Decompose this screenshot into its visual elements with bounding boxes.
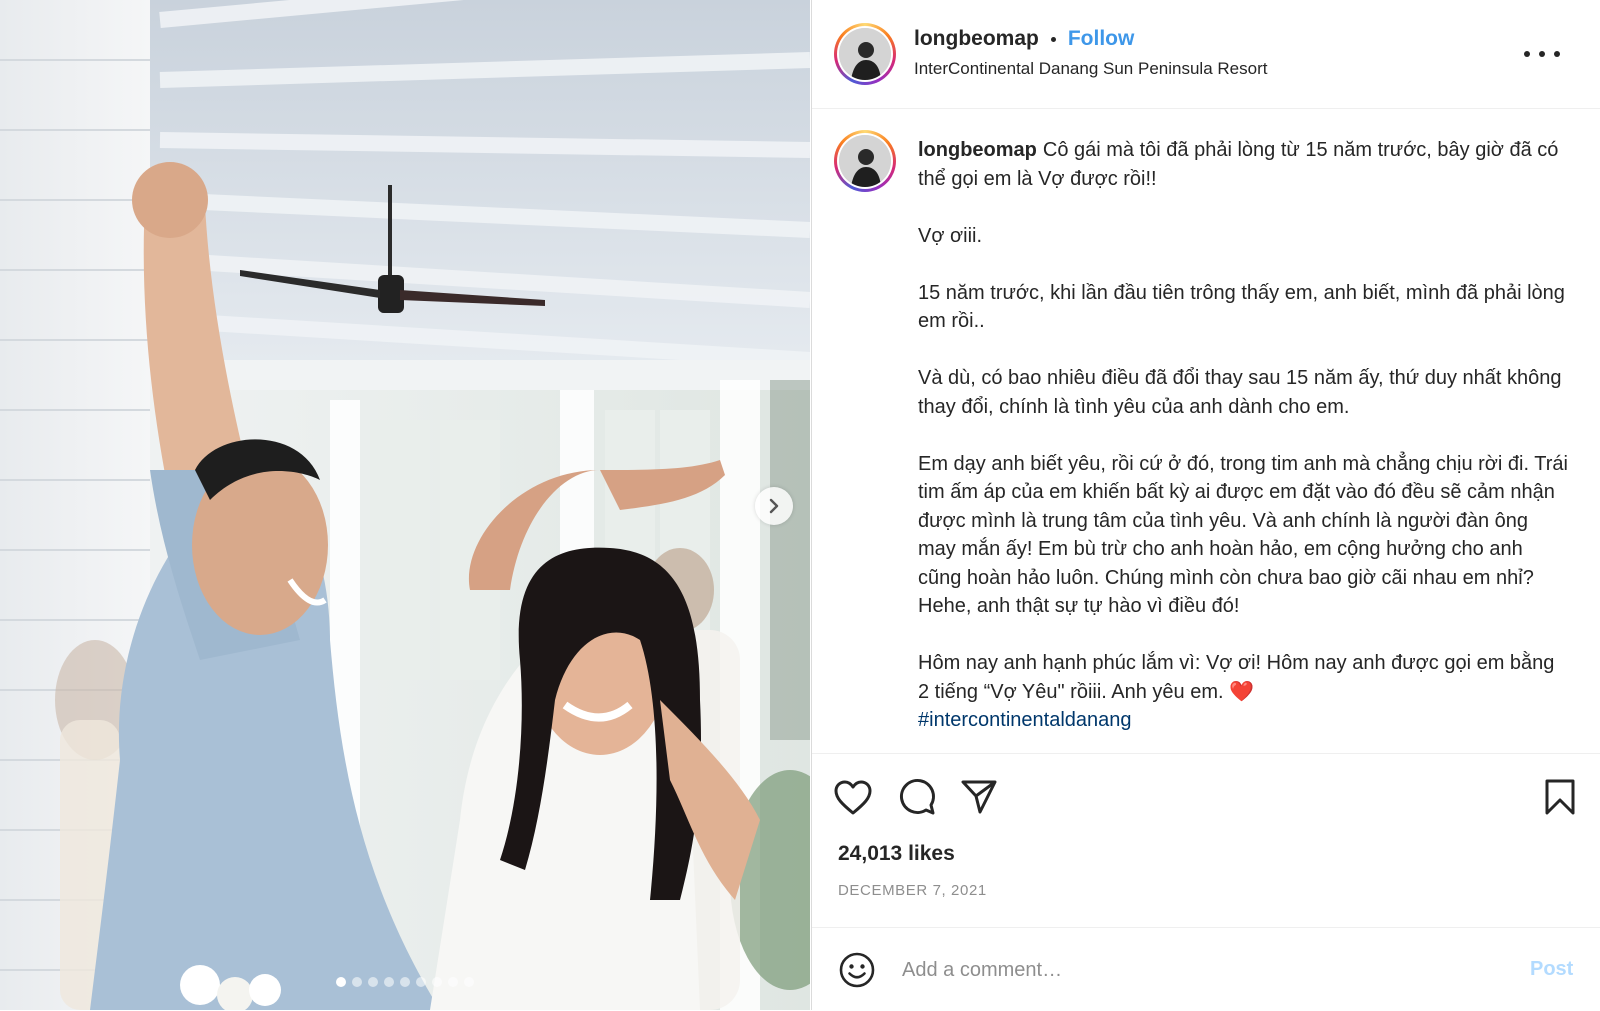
post-comment-button[interactable]: Post bbox=[1530, 958, 1573, 981]
avatar-image bbox=[839, 28, 891, 80]
likes-count[interactable]: 24,013 likes bbox=[838, 842, 955, 866]
hashtag-link[interactable]: #intercontinentaldanang bbox=[918, 709, 1132, 731]
carousel-indicator bbox=[0, 977, 810, 987]
carousel-dot bbox=[416, 977, 426, 987]
carousel-dot bbox=[464, 977, 474, 987]
carousel-dot bbox=[352, 977, 362, 987]
post-detail-panel: longbeomap Follow InterContinental Danan… bbox=[811, 0, 1600, 1010]
caption-username[interactable]: longbeomap bbox=[918, 139, 1037, 161]
comment-icon[interactable] bbox=[898, 778, 936, 816]
avatar[interactable] bbox=[834, 23, 896, 85]
carousel-dot bbox=[432, 977, 442, 987]
caption-text: longbeomap Cô gái mà tôi đã phải lòng từ … bbox=[918, 136, 1568, 735]
action-bar bbox=[812, 753, 1600, 926]
location-link[interactable]: InterContinental Danang Sun Peninsula Re… bbox=[914, 59, 1267, 79]
post-photo bbox=[0, 0, 810, 1010]
caption-paragraph: 15 năm trước, khi lần đầu tiên trông thấ… bbox=[918, 281, 1565, 333]
caption-paragraph: Vợ ơiii. bbox=[918, 224, 983, 247]
post-date: DECEMBER 7, 2021 bbox=[838, 882, 987, 899]
caption-section: longbeomap Cô gái mà tôi đã phải lòng từ … bbox=[812, 108, 1600, 753]
bookmark-icon[interactable] bbox=[1544, 778, 1576, 816]
post-media[interactable] bbox=[0, 0, 810, 1010]
comment-bar: Post bbox=[812, 927, 1600, 1011]
post-header: longbeomap Follow InterContinental Danan… bbox=[812, 0, 1600, 109]
chevron-right-icon bbox=[769, 498, 779, 514]
carousel-dot bbox=[384, 977, 394, 987]
carousel-dot bbox=[448, 977, 458, 987]
username-link[interactable]: longbeomap bbox=[914, 27, 1039, 51]
carousel-next-button[interactable] bbox=[755, 487, 793, 525]
caption-paragraph: Hôm nay anh hạnh phúc lắm vì: Vợ ơi! Hôm… bbox=[918, 652, 1555, 703]
comment-input[interactable] bbox=[900, 950, 1494, 990]
carousel-dot bbox=[336, 977, 346, 987]
caption-paragraph: Em dạy anh biết yêu, rồi cứ ở đó, trong … bbox=[918, 452, 1568, 618]
share-icon[interactable] bbox=[960, 778, 998, 816]
heart-icon[interactable] bbox=[834, 780, 872, 816]
caption-avatar[interactable] bbox=[834, 130, 896, 192]
carousel-dot bbox=[368, 977, 378, 987]
caption-paragraph: Và dù, có bao nhiêu điều đã đổi thay sau… bbox=[918, 367, 1562, 418]
follow-button[interactable]: Follow bbox=[1068, 27, 1135, 51]
emoji-icon[interactable] bbox=[838, 951, 876, 989]
separator-dot bbox=[1050, 36, 1056, 42]
avatar-image bbox=[839, 135, 891, 187]
carousel-dot bbox=[400, 977, 410, 987]
more-options-icon[interactable] bbox=[1524, 40, 1560, 68]
